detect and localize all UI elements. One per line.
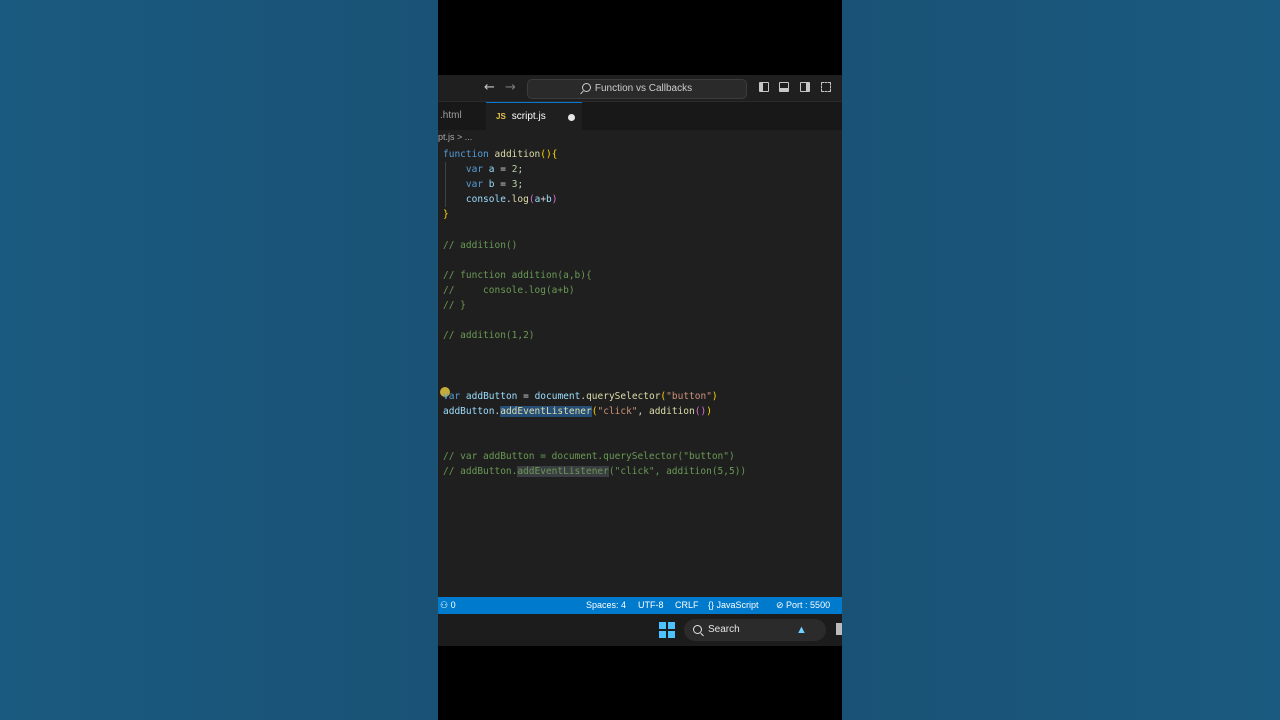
forward-arrow-icon[interactable]: →: [505, 80, 516, 96]
selected-text: addEventListener: [500, 405, 592, 417]
code-comment: // }: [443, 299, 466, 311]
code-line: console.log(a+b): [465, 194, 558, 206]
code-line: var b = 3;: [465, 179, 524, 191]
search-icon: [581, 83, 591, 92]
code-comment: // console.log(a+b): [443, 284, 575, 296]
unsaved-dot-icon[interactable]: [568, 114, 575, 121]
remote-indicator[interactable]: ⚇ 0: [440, 597, 456, 614]
search-icon: [693, 625, 702, 634]
javascript-file-icon: JS: [496, 112, 506, 121]
status-bar: ⚇ 0 Spaces: 4 UTF-8 CRLF {} JavaScript ⊘…: [438, 597, 842, 614]
command-center-search[interactable]: Function vs Callbacks: [527, 79, 747, 99]
toggle-primary-sidebar-icon[interactable]: [759, 82, 769, 92]
code-comment: // addButton.addEventListener("click", a…: [443, 465, 747, 477]
toggle-secondary-sidebar-icon[interactable]: [800, 82, 810, 92]
indentation-status[interactable]: Spaces: 4: [586, 597, 626, 614]
customize-layout-icon[interactable]: [821, 82, 831, 92]
background-right: [842, 0, 1280, 720]
editor-tab-bar: .html JS script.js: [438, 102, 842, 130]
language-mode-status[interactable]: {} JavaScript: [708, 597, 759, 614]
live-server-port-status[interactable]: ⊘ Port : 5500: [776, 597, 830, 614]
toggle-panel-icon[interactable]: [779, 82, 789, 92]
code-line: }: [443, 209, 449, 221]
tab-index-html[interactable]: .html: [438, 102, 486, 130]
back-arrow-icon[interactable]: ←: [484, 80, 495, 96]
code-comment: // function addition(a,b){: [443, 269, 592, 281]
breadcrumb[interactable]: pt.js > ...: [438, 132, 472, 142]
windows-start-icon[interactable]: [659, 622, 675, 638]
tray-icon[interactable]: [836, 623, 842, 635]
tab-label: .html: [440, 110, 462, 121]
tab-label: script.js: [511, 111, 546, 122]
video-frame: ← → Function vs Callbacks .html JS script…: [438, 0, 842, 720]
background-left: [0, 0, 438, 720]
tab-script-js[interactable]: JS script.js: [486, 102, 582, 130]
code-line: function addition(){: [443, 149, 558, 160]
windows-taskbar: Search ▲: [438, 614, 842, 646]
search-highlight-tree-icon: ▲: [796, 624, 807, 636]
code-line: addButton.addEventListener("click", addi…: [443, 405, 712, 417]
code-editor[interactable]: pt.js > ... function addition(){ var a =…: [438, 130, 842, 597]
encoding-status[interactable]: UTF-8: [638, 597, 664, 614]
title-bar: ← → Function vs Callbacks: [438, 75, 842, 102]
code-line: var a = 2;: [465, 164, 524, 176]
taskbar-search-label: Search: [708, 624, 740, 635]
code-content[interactable]: function addition(){ var a = 2; var b = …: [443, 147, 746, 479]
window-title: Function vs Callbacks: [594, 83, 693, 94]
code-comment: // addition(1,2): [443, 330, 535, 342]
taskbar-search-box[interactable]: Search ▲: [684, 619, 826, 641]
code-comment: // addition(): [443, 239, 518, 251]
eol-status[interactable]: CRLF: [675, 597, 699, 614]
code-line: var addButton = document.querySelector("…: [443, 390, 718, 402]
code-comment: // var addButton = document.querySelecto…: [443, 450, 735, 462]
